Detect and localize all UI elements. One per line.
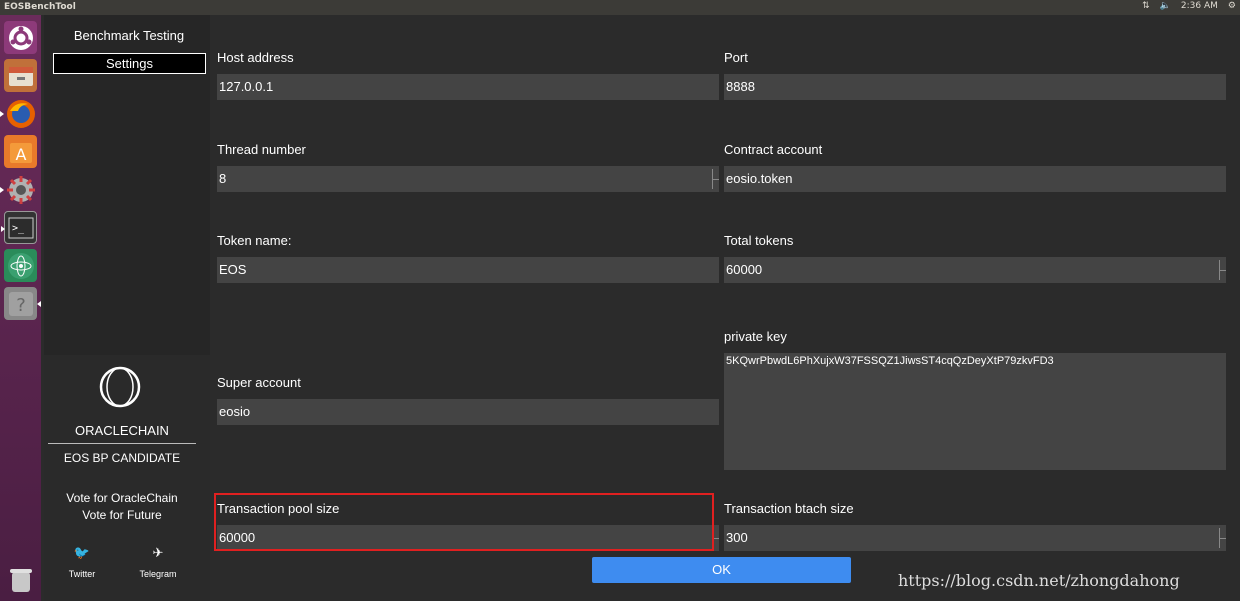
brand-name: ORACLECHAIN <box>48 423 196 444</box>
highlight-box <box>214 493 714 551</box>
transaction-batch-size-stepper[interactable] <box>1219 528 1226 548</box>
thread-number-stepper[interactable] <box>712 169 719 189</box>
super-account-label: Super account <box>217 375 301 390</box>
launcher: A >_ ? <box>0 15 41 601</box>
svg-text:A: A <box>15 145 26 164</box>
atom-icon[interactable] <box>4 249 37 282</box>
window-title: EOSBenchTool <box>4 2 76 12</box>
contract-account-label: Contract account <box>724 142 823 157</box>
thread-number-value: 8 <box>219 171 227 186</box>
token-name-label: Token name: <box>217 233 292 248</box>
network-icon[interactable]: ⇅ <box>1142 1 1150 11</box>
software-center-icon[interactable]: A <box>4 135 37 168</box>
brand-subtitle: EOS BP CANDIDATE <box>63 451 181 465</box>
twitter-label: Twitter <box>68 569 96 579</box>
twitter-icon: 🐦 <box>73 545 91 560</box>
terminal-icon[interactable]: >_ <box>1 211 37 244</box>
private-key-label: private key <box>724 329 787 344</box>
telegram-link[interactable]: ✈ Telegram <box>128 545 188 579</box>
host-address-input[interactable]: 127.0.0.1 <box>217 74 719 100</box>
private-key-textarea[interactable]: 5KQwrPbwdL6PhXujxW37FSSQZ1JiwsST4cqQzDey… <box>724 353 1226 470</box>
clock[interactable]: 2:36 AM <box>1181 1 1218 11</box>
sidebar-item-benchmark-testing[interactable]: Benchmark Testing <box>44 28 214 43</box>
total-tokens-label: Total tokens <box>724 233 794 248</box>
svg-text:>_: >_ <box>12 223 25 234</box>
sidebar: Benchmark Testing Settings ORACLECHAIN E… <box>44 15 210 601</box>
super-account-input[interactable]: eosio <box>217 399 719 425</box>
contract-account-input[interactable]: eosio.token <box>724 166 1226 192</box>
volume-icon[interactable]: 🔈 <box>1160 1 1171 11</box>
transaction-batch-size-value: 300 <box>726 530 748 545</box>
host-address-label: Host address <box>217 50 294 65</box>
gear-icon[interactable]: ⚙ <box>1228 1 1236 11</box>
system-tray: ⇅ 🔈 2:36 AM ⚙ <box>1142 1 1236 11</box>
telegram-label: Telegram <box>139 569 177 579</box>
brand-panel: ORACLECHAIN EOS BP CANDIDATE Vote for Or… <box>44 355 210 601</box>
token-name-input[interactable]: EOS <box>217 257 719 283</box>
sidebar-item-settings[interactable]: Settings <box>53 53 206 74</box>
watermark: https://blog.csdn.net/zhongdahong <box>898 571 1180 590</box>
total-tokens-stepper[interactable] <box>1219 260 1226 280</box>
total-tokens-input[interactable]: 60000 <box>724 257 1226 283</box>
telegram-icon: ✈ <box>152 545 164 560</box>
help-icon[interactable]: ? <box>4 287 41 320</box>
total-tokens-value: 60000 <box>726 262 763 277</box>
files-icon[interactable] <box>4 59 37 92</box>
firefox-icon[interactable] <box>0 97 37 130</box>
port-input[interactable]: 8888 <box>724 74 1226 100</box>
port-label: Port <box>724 50 748 65</box>
svg-text:?: ? <box>16 295 26 316</box>
transaction-batch-size-label: Transaction btach size <box>724 501 854 516</box>
ubuntu-dash-icon[interactable] <box>4 21 37 54</box>
settings-icon[interactable] <box>0 173 37 206</box>
transaction-batch-size-input[interactable]: 300 <box>724 525 1226 551</box>
vote-line-2: Vote for Future <box>82 508 162 522</box>
oraclechain-logo-icon <box>99 366 141 408</box>
ok-button[interactable]: OK <box>592 557 851 583</box>
thread-number-input[interactable]: 8 <box>217 166 719 192</box>
twitter-link[interactable]: 🐦 Twitter <box>52 545 112 579</box>
top-panel: EOSBenchTool ⇅ 🔈 2:36 AM ⚙ <box>0 0 1240 15</box>
thread-number-label: Thread number <box>217 142 306 157</box>
trash-icon[interactable] <box>4 563 37 596</box>
vote-line-1: Vote for OracleChain <box>66 491 178 505</box>
